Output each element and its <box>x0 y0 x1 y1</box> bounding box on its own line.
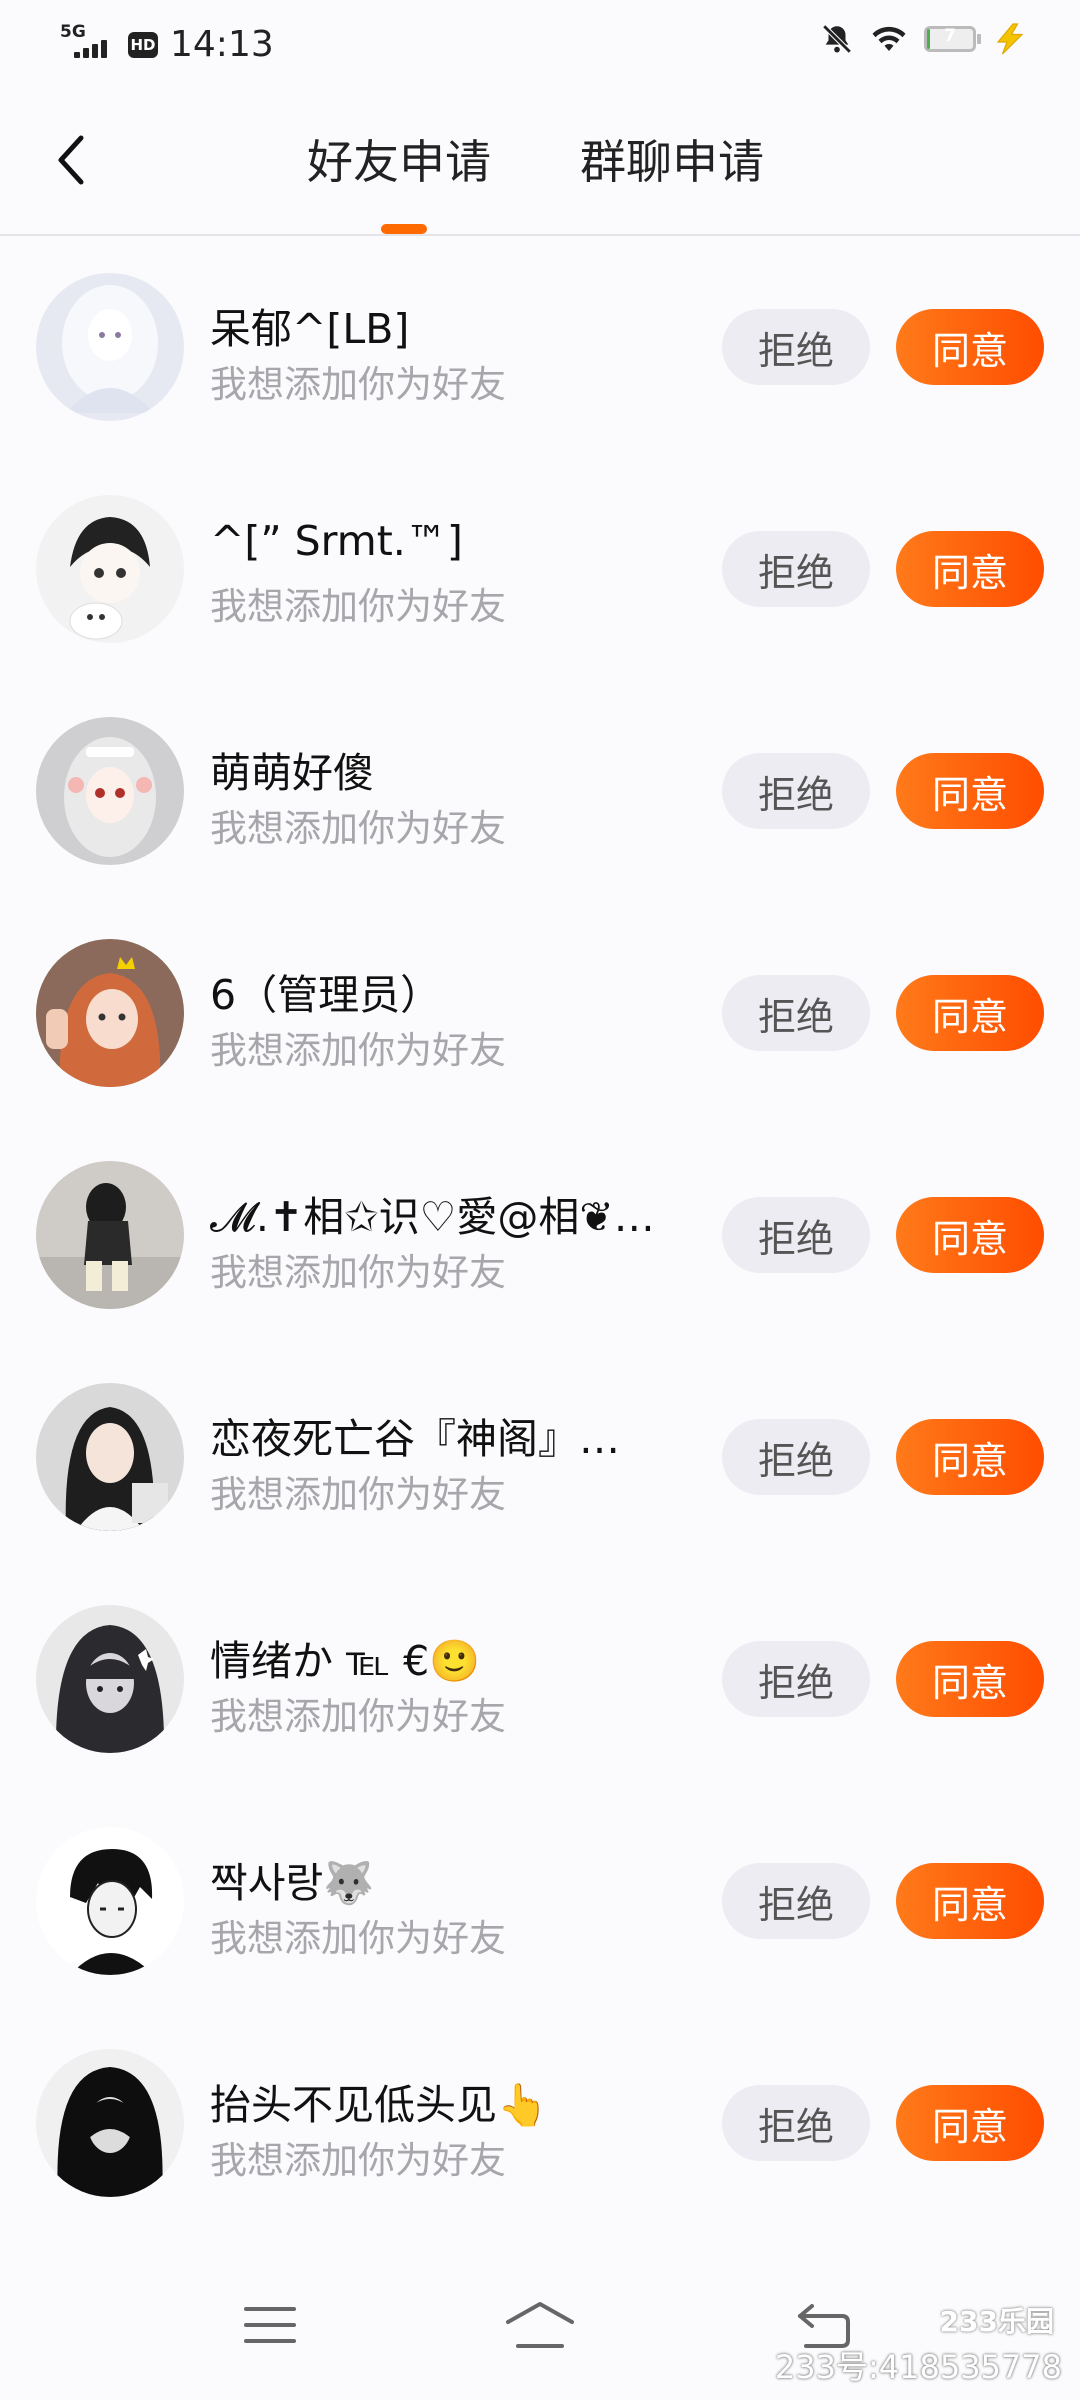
avatar[interactable] <box>36 1827 184 1975</box>
reject-button[interactable]: 拒绝 <box>722 1197 870 1273</box>
request-message: 我想添加你为好友 <box>210 1473 506 1516</box>
menu-icon <box>244 2307 296 2343</box>
list-item: 𝓜.✝相✩识♡愛@相❦… 我想添加你为好友 拒绝 同意 <box>0 1124 1080 1346</box>
home-button[interactable] <box>500 2290 580 2360</box>
home-icon <box>506 2302 574 2348</box>
request-name: 呆郁^[LB] <box>210 305 410 353</box>
request-name: ^[” Srmt.™] <box>210 517 463 565</box>
request-name: 抬头不见低头见👆 <box>210 2081 549 2129</box>
accept-button[interactable]: 同意 <box>896 309 1044 385</box>
request-message: 我想添加你为好友 <box>210 1029 506 1072</box>
signal-icon: 5G <box>60 22 116 62</box>
request-name: 짝사랑🐺 <box>210 1859 375 1907</box>
accept-button[interactable]: 同意 <box>896 1863 1044 1939</box>
header: 好友申请 群聊申请 <box>0 86 1080 236</box>
menu-button[interactable] <box>230 2290 310 2360</box>
network-type: 5G <box>60 21 86 42</box>
mute-bell-icon <box>822 24 852 54</box>
accept-button[interactable]: 同意 <box>896 1197 1044 1273</box>
watermark-logo: 233乐园 <box>939 2305 1054 2338</box>
request-message: 我想添加你为好友 <box>210 1695 506 1738</box>
request-name: 6（管理员） <box>210 971 442 1019</box>
request-message: 我想添加你为好友 <box>210 363 506 406</box>
accept-button[interactable]: 同意 <box>896 1641 1044 1717</box>
chevron-left-icon <box>58 135 84 185</box>
accept-button[interactable]: 同意 <box>896 531 1044 607</box>
wifi-icon <box>872 26 906 51</box>
avatar[interactable] <box>36 1383 184 1531</box>
list-item: 呆郁^[LB] 我想添加你为好友 拒绝 同意 <box>0 236 1080 458</box>
status-time: 14:13 <box>170 24 274 65</box>
request-name: 萌萌好傻 <box>210 749 374 797</box>
reject-button[interactable]: 拒绝 <box>722 753 870 829</box>
request-message: 我想添加你为好友 <box>210 1251 506 1294</box>
request-name: 情绪か ℡ €🙂 <box>210 1637 481 1685</box>
reject-button[interactable]: 拒绝 <box>722 1419 870 1495</box>
avatar[interactable] <box>36 495 184 643</box>
avatar[interactable] <box>36 1161 184 1309</box>
reject-button[interactable]: 拒绝 <box>722 531 870 607</box>
accept-button[interactable]: 同意 <box>896 1419 1044 1495</box>
watermark-id: 233号:418535778 <box>774 2348 1062 2386</box>
list-item: 恋夜死亡谷『神阁』… 我想添加你为好友 拒绝 同意 <box>0 1346 1080 1568</box>
request-message: 我想添加你为好友 <box>210 585 506 628</box>
tab-group-requests[interactable]: 群聊申请 <box>580 126 764 192</box>
avatar[interactable] <box>36 1605 184 1753</box>
avatar[interactable] <box>36 939 184 1087</box>
back-button[interactable] <box>40 122 100 198</box>
request-message: 我想添加你为好友 <box>210 807 506 850</box>
avatar[interactable] <box>36 273 184 421</box>
avatar[interactable] <box>36 717 184 865</box>
reject-button[interactable]: 拒绝 <box>722 2085 870 2161</box>
request-message: 我想添加你为好友 <box>210 1917 506 1960</box>
reject-button[interactable]: 拒绝 <box>722 1641 870 1717</box>
reject-button[interactable]: 拒绝 <box>722 1863 870 1939</box>
list-item: 짝사랑🐺 我想添加你为好友 拒绝 同意 <box>0 1790 1080 2012</box>
battery-icon: 7 <box>924 26 981 52</box>
tab-friend-requests[interactable]: 好友申请 <box>307 126 491 192</box>
hd-icon: HD <box>128 31 158 58</box>
list-item: 情绪か ℡ €🙂 我想添加你为好友 拒绝 同意 <box>0 1568 1080 1790</box>
status-bar: 5G HD 14:13 7 <box>0 0 1080 86</box>
list-item: 6（管理员） 我想添加你为好友 拒绝 同意 <box>0 902 1080 1124</box>
list-item: 抬头不见低头见👆 我想添加你为好友 拒绝 同意 <box>0 2012 1080 2234</box>
status-right: 7 <box>820 22 1028 56</box>
accept-button[interactable]: 同意 <box>896 753 1044 829</box>
request-name: 恋夜死亡谷『神阁』… <box>210 1415 620 1463</box>
accept-button[interactable]: 同意 <box>896 975 1044 1051</box>
accept-button[interactable]: 同意 <box>896 2085 1044 2161</box>
request-name: 𝓜.✝相✩识♡愛@相❦… <box>210 1193 655 1241</box>
list-item: 萌萌好傻 我想添加你为好友 拒绝 同意 <box>0 680 1080 902</box>
charging-bolt-icon <box>996 23 1024 55</box>
active-tab-indicator <box>381 224 427 234</box>
request-message: 我想添加你为好友 <box>210 2139 506 2182</box>
status-left: 5G HD 14:13 <box>60 18 274 66</box>
avatar[interactable] <box>36 2049 184 2197</box>
reject-button[interactable]: 拒绝 <box>722 309 870 385</box>
reject-button[interactable]: 拒绝 <box>722 975 870 1051</box>
list-item: ^[” Srmt.™] 我想添加你为好友 拒绝 同意 <box>0 458 1080 680</box>
battery-level: 7 <box>944 26 956 46</box>
